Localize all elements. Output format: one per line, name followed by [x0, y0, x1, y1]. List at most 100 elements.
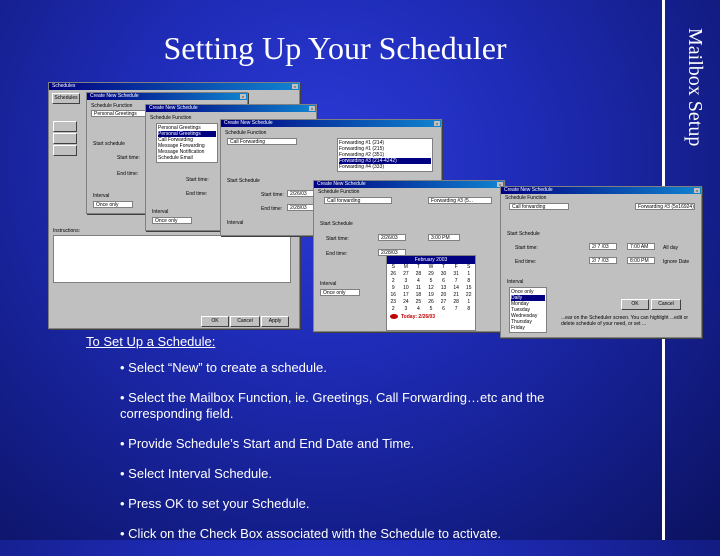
schedule-function-label: Schedule Function: [505, 195, 547, 201]
apply-button[interactable]: Apply: [261, 316, 289, 327]
ok-button[interactable]: OK: [621, 299, 649, 310]
function-select[interactable]: Call forwarding: [509, 203, 569, 210]
calendar-date[interactable]: 20: [437, 292, 450, 299]
start-time-field[interactable]: 3:00 PM: [428, 234, 460, 241]
calendar-date[interactable]: 2: [387, 278, 400, 285]
calendar-date[interactable]: 19: [425, 292, 438, 299]
calendar-day-header: T: [416, 264, 420, 270]
calendar-date[interactable]: 30: [437, 271, 450, 278]
function-select[interactable]: Call Forwarding: [227, 138, 297, 145]
end-time-label: End time:: [515, 259, 537, 265]
window-titlebar: Create New Schedule ×: [146, 105, 316, 112]
calendar-day-header: W: [428, 264, 434, 270]
calendar-date[interactable]: 11: [412, 285, 425, 292]
cancel-button[interactable]: Cancel: [651, 299, 681, 310]
list-item[interactable]: Schedule Email: [158, 155, 216, 161]
interval-select[interactable]: Once only: [320, 289, 360, 296]
calendar-date[interactable]: 17: [400, 292, 413, 299]
calendar-date[interactable]: 7: [450, 306, 463, 313]
schedules-titlebar: Schedules ×: [49, 83, 299, 90]
calendar-date[interactable]: 2: [387, 306, 400, 313]
close-icon[interactable]: ×: [434, 121, 440, 126]
side-button-new[interactable]: [53, 121, 77, 132]
end-date-field[interactable]: 2/28/03: [287, 204, 315, 211]
calendar-date[interactable]: 24: [400, 299, 413, 306]
close-icon[interactable]: ×: [292, 84, 298, 89]
calendar-date[interactable]: 3: [400, 278, 413, 285]
window-titlebar: Create New Schedule ×: [221, 120, 441, 127]
calendar-date[interactable]: 28: [450, 299, 463, 306]
end-time-label: End time:: [186, 191, 208, 197]
forwarding-select[interactable]: Forwarding #3 (5x16924): [635, 203, 695, 210]
calendar-date[interactable]: 14: [450, 285, 463, 292]
start-date-field[interactable]: 2/26/03: [378, 234, 406, 241]
close-icon[interactable]: ×: [694, 188, 700, 193]
calendar-date[interactable]: 26: [387, 271, 400, 278]
calendar-date[interactable]: 8: [462, 278, 475, 285]
ok-button[interactable]: OK: [201, 316, 229, 327]
side-button-delete[interactable]: [53, 145, 77, 156]
calendar-date[interactable]: 12: [425, 285, 438, 292]
function-select[interactable]: Call forwarding: [324, 197, 392, 204]
calendar-date[interactable]: 1: [462, 271, 475, 278]
window-title: Create New Schedule: [90, 93, 139, 99]
interval-select[interactable]: Once only: [152, 217, 192, 224]
side-button-edit[interactable]: [53, 133, 77, 144]
tab-schedules[interactable]: Schedules: [52, 93, 80, 104]
calendar-date[interactable]: 28: [412, 271, 425, 278]
calendar-date[interactable]: 5: [425, 278, 438, 285]
calendar-date[interactable]: 31: [450, 271, 463, 278]
close-icon[interactable]: ×: [240, 94, 246, 99]
start-date-field[interactable]: 2/ 7 /03: [589, 243, 617, 250]
calendar-date[interactable]: 1: [462, 299, 475, 306]
calendar-date[interactable]: 9: [387, 285, 400, 292]
calendar-date[interactable]: 10: [400, 285, 413, 292]
calendar-date[interactable]: 4: [412, 278, 425, 285]
start-time-label: Start time:: [515, 245, 538, 251]
interval-label: Interval: [507, 279, 524, 285]
calendar-date[interactable]: 22: [462, 292, 475, 299]
end-date-field[interactable]: 2/ 7 /03: [589, 257, 617, 264]
create-schedule-window-5: Create New Schedule × Schedule Function C…: [500, 186, 702, 338]
cancel-button[interactable]: Cancel: [230, 316, 260, 327]
calendar-date[interactable]: 13: [437, 285, 450, 292]
forwarding-dropdown-list[interactable]: Forwarding #1 (214) Forwarding #1 (215) …: [337, 138, 433, 172]
all-day-checkbox[interactable]: All day: [663, 245, 678, 251]
function-dropdown-list[interactable]: Personal Greetings Personal Greetings Ca…: [156, 123, 218, 163]
forwarding-select[interactable]: Forwarding #3 (5...: [428, 197, 492, 204]
calendar-date[interactable]: 4: [412, 306, 425, 313]
calendar-popup[interactable]: February 2003 S M T W T F S 26 27 28 29 30 31 1 2 3 4 5 6 7…: [386, 255, 476, 331]
close-icon[interactable]: ×: [309, 106, 315, 111]
interval-dropdown-list[interactable]: Once only Daily Monday Tuesday Wednesday…: [509, 287, 547, 333]
calendar-date[interactable]: 21: [450, 292, 463, 299]
calendar-date[interactable]: 23: [387, 299, 400, 306]
calendar-today[interactable]: Today: 2/26/03: [387, 313, 475, 321]
calendar-date[interactable]: 27: [437, 299, 450, 306]
calendar-date[interactable]: 6: [437, 306, 450, 313]
ignore-date-checkbox[interactable]: Ignore Date: [663, 259, 689, 265]
calendar-date[interactable]: 15: [462, 285, 475, 292]
calendar-date[interactable]: 18: [412, 292, 425, 299]
list-item[interactable]: Friday: [511, 325, 545, 331]
calendar-date[interactable]: 27: [400, 271, 413, 278]
calendar-date[interactable]: 3: [400, 306, 413, 313]
calendar-date[interactable]: 16: [387, 292, 400, 299]
function-select[interactable]: Personal Greetings: [91, 110, 151, 117]
calendar-date[interactable]: 5: [425, 306, 438, 313]
calendar-date[interactable]: 6: [437, 278, 450, 285]
start-date-field[interactable]: 2/26/03: [287, 190, 315, 197]
interval-select[interactable]: Once only: [93, 201, 133, 208]
window-titlebar: Create New Schedule ×: [87, 93, 247, 100]
calendar-date[interactable]: 7: [450, 278, 463, 285]
calendar-date[interactable]: 29: [425, 271, 438, 278]
calendar-date[interactable]: 26: [425, 299, 438, 306]
list-item[interactable]: Forwarding #4 (333): [339, 164, 431, 170]
end-time-label: End time:: [326, 251, 348, 257]
end-time-field[interactable]: 8:00 PM: [627, 257, 655, 264]
instruction-bullets: • Select “New” to create a schedule. • S…: [120, 360, 620, 556]
calendar-date[interactable]: 8: [462, 306, 475, 313]
start-time-field[interactable]: 7:00 AM: [627, 243, 655, 250]
calendar-date[interactable]: 25: [412, 299, 425, 306]
calendar-grid[interactable]: S M T W T F S 26 27 28 29 30 31 1 2 3 4 5 6 7 8 9 10 11 12 13 14 15…: [387, 264, 475, 313]
schedule-function-label: Schedule Function: [150, 115, 192, 121]
